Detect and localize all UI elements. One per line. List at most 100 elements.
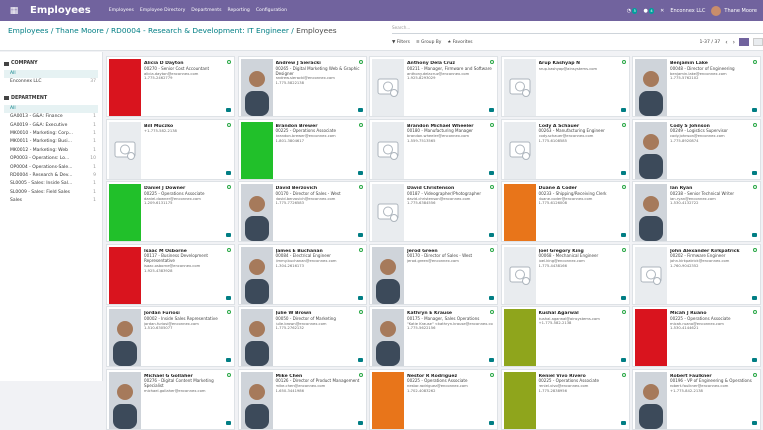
- department-item[interactable]: MK0011 - Marketing: Busi... 1: [4, 138, 98, 146]
- chat-icon[interactable]: [752, 170, 757, 175]
- company-item[interactable]: All: [4, 70, 98, 79]
- employee-phone[interactable]: 1-925-4383928: [144, 269, 230, 274]
- employee-card[interactable]: Duane A Coder 00233 - Shipping/Receiving …: [500, 181, 630, 242]
- breadcrumb-thane[interactable]: Thane Moore: [56, 26, 104, 35]
- employee-card[interactable]: Julie W Brown 00050 - Director of Marketi…: [237, 306, 367, 367]
- company-switcher[interactable]: Enconnex LLC: [670, 8, 705, 14]
- chat-icon[interactable]: [226, 420, 231, 425]
- department-item[interactable]: GA0019 - G&A: Executive 1: [4, 122, 98, 130]
- chat-icon[interactable]: [489, 295, 494, 300]
- search-input[interactable]: Search...: [392, 24, 763, 34]
- favorites-button[interactable]: ★ Favorites: [447, 40, 472, 45]
- employee-phone[interactable]: 1-925-8293029: [407, 76, 493, 81]
- employee-phone[interactable]: 1-775-6108585: [539, 139, 625, 144]
- employee-phone[interactable]: 1-775-7726583: [276, 201, 362, 206]
- list-view-icon[interactable]: [753, 38, 763, 46]
- employee-phone[interactable]: 1-775-8920874: [670, 139, 756, 144]
- groupby-button[interactable]: ≡ Group By: [416, 40, 441, 45]
- employee-phone[interactable]: 1-775-5822138: [276, 81, 362, 86]
- department-item[interactable]: OP0003 - Operations: Lo... 10: [4, 155, 98, 163]
- employee-card[interactable]: David Christenson 00187 - Videographer/Ph…: [369, 181, 498, 242]
- employee-phone[interactable]: +1-775-582-2138: [539, 321, 625, 326]
- app-title[interactable]: Employees: [30, 5, 91, 16]
- employee-card[interactable]: Michael G Gollaher 00276 - Digital Conten…: [106, 368, 235, 430]
- employee-phone[interactable]: 1-530-4144621: [670, 326, 756, 331]
- employee-card[interactable]: James E Buchanan 00084 - Electrical Engin…: [237, 243, 367, 305]
- employee-card[interactable]: Andrew J Sieracki 00265 - Digital Marketi…: [237, 56, 367, 117]
- menu-reporting[interactable]: Reporting: [228, 8, 250, 13]
- department-item[interactable]: RD0004 - Research & Dev... 9: [4, 172, 98, 180]
- chat-icon[interactable]: [357, 233, 363, 237]
- chat-icon[interactable]: [620, 108, 626, 112]
- employee-card[interactable]: Joel Gregory King 00068 - Mechanical Engi…: [500, 243, 630, 305]
- employee-card[interactable]: Bill Muczko +1-775-582-2138: [106, 118, 235, 180]
- employee-card[interactable]: Cody A Schauer 00263 - Manufacturing Engi…: [500, 118, 630, 180]
- employee-phone[interactable]: 1-559-7513565: [407, 139, 493, 144]
- employee-card[interactable]: Ian Ryan 00238 - Senior Technical Writer i…: [632, 181, 761, 242]
- chat-icon[interactable]: [357, 295, 363, 300]
- menu-employee-directory[interactable]: Employee Directory: [140, 8, 185, 13]
- employee-phone[interactable]: 1-209-6131175: [144, 201, 230, 206]
- chat-icon[interactable]: [226, 170, 231, 175]
- employee-email[interactable]: jerod.green@enconnex.com: [407, 259, 493, 264]
- activity-button[interactable]: ◔ 5: [627, 7, 638, 14]
- chat-icon[interactable]: [752, 295, 757, 300]
- breadcrumb-employees[interactable]: Employees: [8, 26, 48, 35]
- employee-card[interactable]: Kathryn E Krause 00175 - Manager, Sales O…: [369, 306, 498, 367]
- chat-icon[interactable]: [489, 420, 494, 425]
- employee-card[interactable]: Brandon Michael Wheeler 00180 - Manufactu…: [369, 118, 498, 180]
- employee-card[interactable]: John Alexander Kirkpatrick 00202 - Firmwa…: [632, 243, 761, 305]
- employee-phone[interactable]: 1-650-3441986: [276, 389, 362, 394]
- employee-phone[interactable]: 1-775-6126008: [539, 201, 625, 206]
- menu-configuration[interactable]: Configuration: [256, 8, 287, 13]
- employee-phone[interactable]: 1-775-2838956: [539, 389, 625, 394]
- chat-icon[interactable]: [752, 358, 757, 362]
- employee-card[interactable]: Mike Chen 00126 - Director of Product Man…: [237, 368, 367, 430]
- department-item[interactable]: MK0012 - Marketing: Web 1: [4, 147, 98, 155]
- pager-value[interactable]: 1-37 / 37: [699, 40, 720, 45]
- chat-icon[interactable]: [620, 170, 626, 175]
- chat-icon[interactable]: [489, 233, 494, 237]
- breadcrumb-rd0004[interactable]: RD0004 - Research & Development: IT Engi…: [111, 26, 289, 35]
- chat-icon[interactable]: [489, 358, 494, 362]
- chat-icon[interactable]: [752, 420, 757, 425]
- department-item[interactable]: GA0013 - G&A: Finance 1: [4, 113, 98, 121]
- chat-icon[interactable]: [357, 170, 363, 175]
- chat-icon[interactable]: [489, 108, 494, 112]
- employee-email[interactable]: arup.kashyap@ainsystems.com: [539, 67, 625, 72]
- employee-phone[interactable]: 1-510-6305077: [144, 326, 230, 331]
- employee-phone[interactable]: 1-775-5762102: [670, 76, 756, 81]
- employee-email[interactable]: michael.gollaher@enconnex.com: [144, 389, 230, 394]
- chevron-left-icon[interactable]: ‹: [725, 39, 727, 46]
- employee-card[interactable]: Jerod Green 00170 - Director of Sales - W…: [369, 243, 498, 305]
- employee-card[interactable]: Jordan Furiosi 00002 - Inside Sales Repre…: [106, 306, 235, 367]
- employee-card[interactable]: Daniel J Downer 00225 - Operations Associ…: [106, 181, 235, 242]
- employee-phone[interactable]: 1-801-3804617: [276, 139, 362, 144]
- chat-icon[interactable]: [226, 358, 231, 362]
- department-item[interactable]: Sales 1: [4, 197, 98, 205]
- employee-phone[interactable]: 1-775-6384556: [407, 201, 493, 206]
- chat-icon[interactable]: [620, 295, 626, 300]
- user-avatar[interactable]: [711, 5, 722, 16]
- chat-icon[interactable]: [620, 358, 626, 362]
- employee-card[interactable]: Alicia D Dayton 00270 - Senior Cost Accou…: [106, 56, 235, 117]
- employee-phone[interactable]: 1-775-4438166: [539, 264, 625, 269]
- chat-icon[interactable]: [357, 420, 363, 425]
- employee-phone[interactable]: 1-304-2616173: [276, 264, 362, 269]
- employee-card[interactable]: Micah J Ruano 00225 - Operations Associat…: [632, 306, 761, 367]
- employee-phone[interactable]: 1-775-5622156: [407, 326, 493, 331]
- department-item[interactable]: SL0009 - Sales: Field Sales 1: [4, 189, 98, 197]
- chat-icon[interactable]: [357, 108, 363, 112]
- employee-phone[interactable]: +1-775-582-2138: [144, 129, 230, 134]
- chat-icon[interactable]: [752, 108, 757, 112]
- employee-card[interactable]: Brandon Brewer 00225 - Operations Associa…: [237, 118, 367, 180]
- company-item[interactable]: Enconnex LLC 37: [4, 78, 98, 86]
- employee-phone[interactable]: 1-775-2462779: [144, 76, 230, 81]
- filters-button[interactable]: ▼ Filters: [392, 40, 410, 45]
- employee-phone[interactable]: 1-775-2762132: [276, 326, 362, 331]
- employee-card[interactable]: Isaac M Osborne 00117 - Business Developm…: [106, 243, 235, 305]
- chat-icon[interactable]: [620, 420, 626, 425]
- messages-button[interactable]: ● 4: [643, 7, 655, 14]
- chevron-right-icon[interactable]: ›: [733, 39, 735, 46]
- department-item[interactable]: SL0005 - Sales: Inside Sal... 1: [4, 180, 98, 188]
